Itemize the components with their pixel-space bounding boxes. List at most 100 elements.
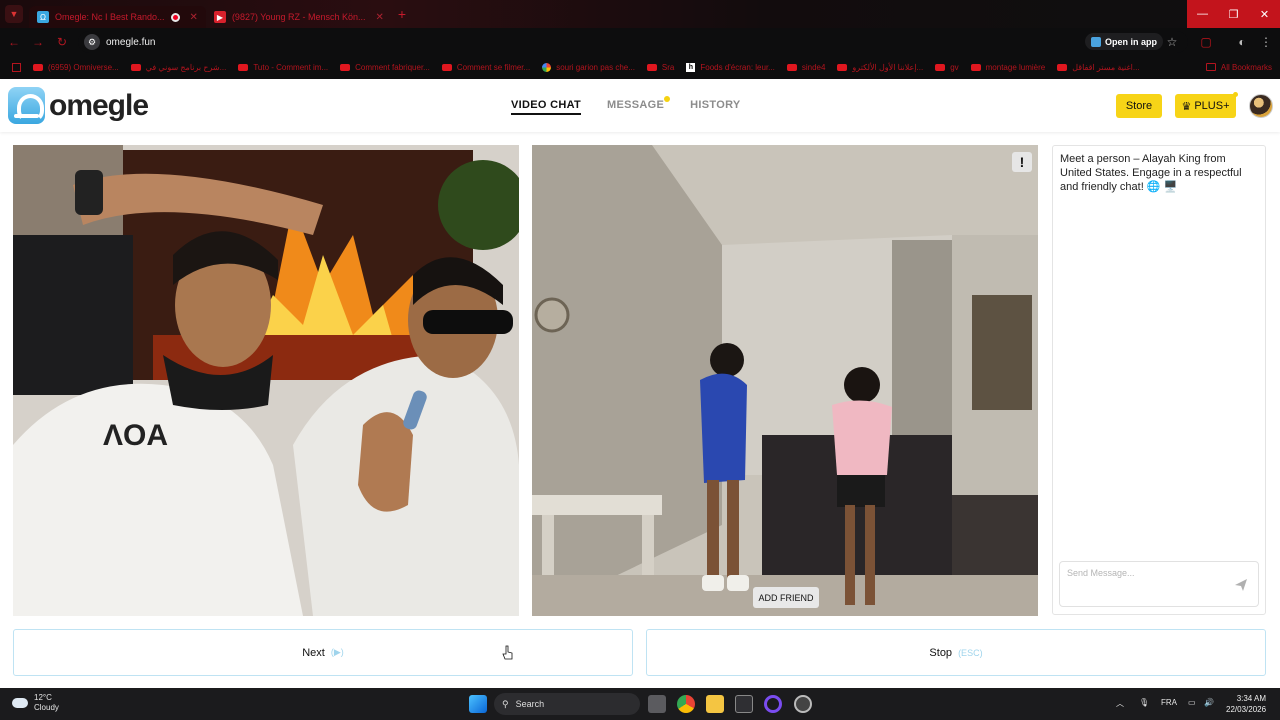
clock[interactable]: 3:34 AM 22/03/2026	[1226, 693, 1266, 715]
stop-button[interactable]: Stop (ESC)	[646, 629, 1266, 676]
url-field[interactable]: ⚙ omegle.fun	[78, 31, 1188, 53]
network-icon[interactable]: ▭	[1188, 698, 1196, 707]
tab-title: (9827) Young RZ - Mensch Kön...	[231, 12, 366, 22]
youtube-icon	[646, 63, 657, 71]
nav-video-chat[interactable]: VIDEO CHAT	[511, 99, 582, 115]
tab-youtube[interactable]: ▶ (9827) Young RZ - Mensch Kön... ✕	[206, 6, 392, 28]
date: 22/03/2026	[1226, 705, 1267, 714]
open-in-app-button[interactable]: Open in app	[1085, 33, 1164, 50]
h-site-icon: h	[686, 62, 696, 72]
hand-cursor-icon	[502, 645, 513, 660]
close-tab-icon[interactable]: ✕	[190, 12, 198, 23]
all-bookmarks-button[interactable]: All Bookmarks	[1205, 55, 1272, 79]
bookmark-item[interactable]: Sra	[641, 63, 680, 72]
task-view-icon[interactable]	[648, 695, 666, 713]
chrome-icon[interactable]	[677, 695, 695, 713]
obs-icon[interactable]	[794, 695, 812, 713]
bookmarks-bar: (6959) Omniverse... شرح برنامج سوني في..…	[0, 55, 1280, 79]
search-icon: ⚲	[502, 698, 509, 709]
report-button[interactable]: !	[1012, 152, 1032, 172]
bookmark-item[interactable]: sinde4	[781, 63, 832, 72]
next-hint: (▶)	[330, 647, 344, 657]
folder-icon	[1205, 63, 1216, 71]
microphone-icon[interactable]: 🎙	[1139, 698, 1149, 707]
tab-search-icon[interactable]: ▼	[5, 5, 23, 23]
avatar[interactable]	[1249, 94, 1273, 118]
bookmark-item[interactable]: شرح برنامج سوني في...	[125, 63, 233, 72]
profile-icon[interactable]: ◐	[1233, 33, 1251, 50]
site-header: omegle VIDEO CHAT MESSAGE HISTORY	[0, 80, 1280, 132]
send-icon[interactable]	[1234, 578, 1248, 592]
plus-button[interactable]: ♛ PLUS+	[1175, 94, 1236, 118]
youtube-icon	[837, 63, 848, 71]
nav-message[interactable]: MESSAGE	[607, 96, 671, 115]
bookmark-item[interactable]: Comment fabriquer...	[334, 63, 436, 72]
next-label: Next	[302, 646, 325, 659]
menu-icon[interactable]: ⋮	[1257, 33, 1275, 50]
omegle-logo-icon	[8, 87, 45, 124]
apps-icon[interactable]	[6, 62, 27, 72]
next-button[interactable]: Next (▶)	[13, 629, 633, 676]
add-friend-button[interactable]: ADD FRIEND	[753, 587, 819, 608]
open-in-app-label: Open in app	[1105, 36, 1158, 47]
logo-text: omegle	[49, 88, 149, 122]
bookmark-item[interactable]: اغنية مستر اقفاقل...	[1051, 63, 1145, 72]
start-icon[interactable]	[469, 695, 487, 713]
bookmark-item[interactable]: Tuto - Comment im...	[232, 63, 334, 72]
site-info-icon[interactable]: ⚙	[84, 34, 100, 50]
close-tab-icon[interactable]: ✕	[376, 12, 384, 23]
forward-icon[interactable]: →	[26, 35, 50, 49]
youtube-favicon-icon: ▶	[213, 11, 226, 23]
extensions-icon[interactable]: ▢	[1197, 33, 1215, 50]
bookmark-item[interactable]: Comment se filmer...	[436, 63, 536, 72]
bookmark-item[interactable]: إعلاننا الأول الألكترو...	[831, 63, 929, 72]
omegle-logo[interactable]: omegle	[8, 87, 149, 124]
svg-text:ΛOA: ΛOA	[103, 419, 168, 452]
bookmark-item[interactable]: gv	[929, 63, 964, 72]
taskbar-search[interactable]: ⚲ Search	[494, 693, 640, 715]
bookmark-item[interactable]: montage lumière	[965, 63, 1052, 72]
store-app-icon[interactable]	[735, 695, 753, 713]
google-icon	[542, 62, 552, 72]
temperature: 12°C	[34, 693, 52, 702]
close-window-icon[interactable]: ✕	[1249, 0, 1280, 28]
url-text: omegle.fun	[106, 36, 156, 48]
cloud-icon	[12, 698, 28, 708]
volume-icon[interactable]: 🔊	[1204, 698, 1214, 707]
restore-icon[interactable]: ❐	[1218, 0, 1249, 28]
message-input[interactable]	[1067, 568, 1227, 578]
file-explorer-icon[interactable]	[706, 695, 724, 713]
weather-condition: Cloudy	[34, 703, 59, 712]
tab-title: Omegle: Nc I Best Rando...	[55, 12, 165, 22]
notification-dot	[1233, 92, 1238, 97]
reload-icon[interactable]: ↻	[50, 35, 74, 49]
time: 3:34 AM	[1236, 694, 1267, 703]
language-indicator[interactable]: FRA	[1161, 698, 1177, 707]
app-icon	[1091, 36, 1101, 47]
remote-video	[532, 145, 1038, 616]
bookmark-item[interactable]: h Foods d'écran: leur...	[680, 62, 780, 72]
stop-label: Stop	[929, 646, 953, 659]
chat-input-box[interactable]	[1059, 561, 1259, 607]
youtube-icon	[786, 63, 797, 71]
youtube-icon	[238, 63, 249, 71]
weather-widget[interactable]: 12°C Cloudy	[12, 693, 59, 713]
search-label: Search	[515, 699, 545, 709]
tray-chevron-icon[interactable]: ︿	[1116, 698, 1124, 709]
omegle-favicon-icon: Ω	[37, 11, 49, 23]
nav-history[interactable]: HISTORY	[690, 99, 740, 115]
bookmark-star-icon[interactable]: ☆	[1163, 33, 1181, 50]
bookmark-item[interactable]: souri garion pas che...	[536, 62, 641, 72]
store-button[interactable]: Store	[1116, 94, 1162, 118]
minimize-icon[interactable]: —	[1187, 0, 1218, 28]
tab-omegle[interactable]: Ω Omegle: Nc I Best Rando... ✕	[29, 6, 206, 28]
notification-dot	[664, 96, 671, 102]
window-controls: — ❐ ✕	[1187, 0, 1280, 28]
chat-panel: Meet a person – Alayah King from United …	[1052, 145, 1266, 615]
nav-message-label: MESSAGE	[607, 99, 665, 111]
back-icon[interactable]: ←	[2, 35, 26, 49]
bookmark-item[interactable]: (6959) Omniverse...	[27, 63, 125, 72]
new-tab-icon[interactable]: +	[398, 6, 406, 22]
main-nav: VIDEO CHAT MESSAGE HISTORY	[511, 96, 741, 115]
app-circle-icon[interactable]	[764, 695, 782, 713]
